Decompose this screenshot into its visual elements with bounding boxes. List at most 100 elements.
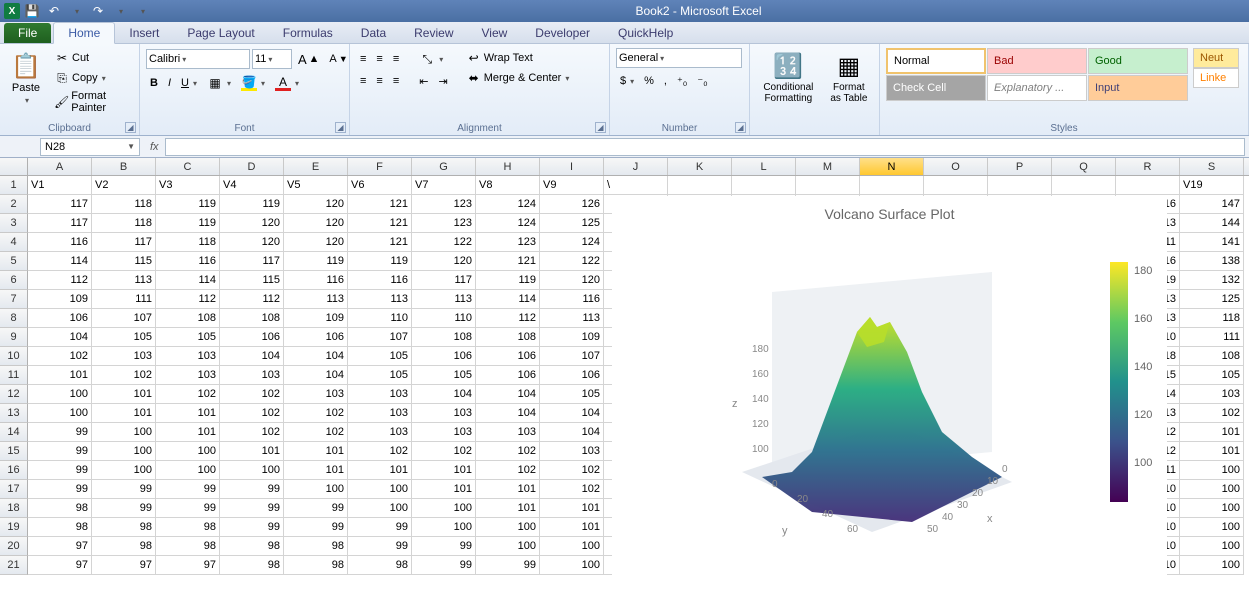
cell[interactable]: 132 [1180, 271, 1244, 290]
cell[interactable]: 119 [284, 252, 348, 271]
cell[interactable]: 101 [1180, 423, 1244, 442]
name-box[interactable]: N28 ▼ [40, 138, 140, 156]
cell[interactable]: 103 [156, 347, 220, 366]
cell[interactable]: 117 [28, 195, 92, 214]
cell[interactable]: 104 [284, 366, 348, 385]
cell[interactable]: 97 [28, 556, 92, 575]
style-good[interactable]: Good [1088, 48, 1188, 74]
cell[interactable]: 102 [476, 442, 540, 461]
tab-formulas[interactable]: Formulas [269, 23, 347, 43]
cell[interactable]: 109 [28, 290, 92, 309]
cell[interactable]: 113 [92, 271, 156, 290]
cell[interactable]: 100 [92, 442, 156, 461]
rowhead[interactable]: 16 [0, 461, 28, 480]
colhead-I[interactable]: I [540, 158, 604, 175]
cell[interactable]: 100 [1180, 556, 1244, 575]
align-top-button[interactable]: ≡ [356, 51, 370, 67]
cell[interactable]: 105 [540, 385, 604, 404]
style-check-cell[interactable]: Check Cell [886, 75, 986, 101]
tab-review[interactable]: Review [400, 23, 467, 43]
cell[interactable]: 101 [92, 385, 156, 404]
cut-button[interactable]: ✂Cut [50, 48, 133, 68]
currency-button[interactable]: $ [616, 73, 638, 89]
cell[interactable]: 99 [92, 499, 156, 518]
grow-font-button[interactable]: A▲ [294, 50, 323, 69]
cell[interactable]: 101 [156, 404, 220, 423]
cell[interactable]: 101 [156, 423, 220, 442]
colhead-P[interactable]: P [988, 158, 1052, 175]
cell[interactable] [732, 176, 796, 195]
cell[interactable]: 108 [1180, 347, 1244, 366]
cell[interactable]: 102 [220, 404, 284, 423]
cell[interactable]: 111 [92, 290, 156, 309]
cell[interactable]: 100 [1180, 499, 1244, 518]
cell[interactable]: 106 [284, 328, 348, 347]
colhead-N[interactable]: N [860, 158, 924, 175]
cell[interactable]: 101 [284, 461, 348, 480]
colhead-F[interactable]: F [348, 158, 412, 175]
cell[interactable]: 120 [220, 233, 284, 252]
rowhead[interactable]: 15 [0, 442, 28, 461]
cell[interactable]: 122 [412, 233, 476, 252]
style-linked[interactable]: Linke [1193, 68, 1239, 88]
cell[interactable]: 118 [92, 195, 156, 214]
style-input[interactable]: Input [1088, 75, 1188, 101]
merge-center-button[interactable]: ⬌Merge & Center [462, 68, 574, 88]
colhead-L[interactable]: L [732, 158, 796, 175]
cell[interactable]: 109 [284, 309, 348, 328]
fx-icon[interactable]: fx [150, 141, 159, 153]
cell[interactable]: V4 [220, 176, 284, 195]
cell[interactable]: 121 [348, 195, 412, 214]
cell[interactable]: 99 [284, 518, 348, 537]
cell[interactable]: 102 [1180, 404, 1244, 423]
bold-button[interactable]: B [146, 75, 162, 91]
rowhead[interactable]: 4 [0, 233, 28, 252]
cell[interactable]: 99 [156, 480, 220, 499]
italic-button[interactable]: I [164, 75, 175, 91]
cell[interactable]: 103 [540, 442, 604, 461]
paste-button[interactable]: 📋 Paste [6, 48, 46, 108]
cell[interactable]: 98 [28, 499, 92, 518]
cell[interactable]: 100 [476, 518, 540, 537]
cell[interactable]: 100 [28, 385, 92, 404]
cell[interactable]: 101 [412, 480, 476, 499]
cell[interactable]: 125 [1180, 290, 1244, 309]
cell[interactable]: 112 [156, 290, 220, 309]
cell[interactable]: 103 [412, 423, 476, 442]
cell[interactable]: 144 [1180, 214, 1244, 233]
cell[interactable]: 99 [156, 499, 220, 518]
cell[interactable]: 99 [220, 518, 284, 537]
cell[interactable]: 98 [92, 518, 156, 537]
cell[interactable]: 99 [28, 442, 92, 461]
conditional-formatting-button[interactable]: 🔢 Conditional Formatting [756, 48, 821, 106]
cell[interactable]: 99 [412, 556, 476, 575]
cell[interactable]: V19 [1180, 176, 1244, 195]
cell[interactable] [796, 176, 860, 195]
cell[interactable]: V3 [156, 176, 220, 195]
percent-button[interactable]: % [640, 73, 658, 89]
cell[interactable]: 111 [1180, 328, 1244, 347]
style-bad[interactable]: Bad [987, 48, 1087, 74]
cell[interactable]: 100 [1180, 480, 1244, 499]
cell[interactable]: 102 [284, 423, 348, 442]
cell[interactable]: 100 [156, 442, 220, 461]
rowhead[interactable]: 3 [0, 214, 28, 233]
cell[interactable]: 101 [92, 404, 156, 423]
save-icon[interactable]: 💾 [22, 2, 42, 20]
styles-gallery[interactable]: Normal Bad Good Check Cell Explanatory .… [886, 48, 1188, 101]
cell[interactable]: 102 [348, 442, 412, 461]
cell[interactable]: 117 [220, 252, 284, 271]
cell[interactable]: 101 [540, 518, 604, 537]
cell[interactable]: 101 [412, 461, 476, 480]
rowhead[interactable]: 13 [0, 404, 28, 423]
cell[interactable]: 98 [28, 518, 92, 537]
cell[interactable]: 100 [412, 518, 476, 537]
cell[interactable]: 118 [1180, 309, 1244, 328]
cell[interactable]: 98 [156, 518, 220, 537]
cell[interactable]: 112 [28, 271, 92, 290]
cell[interactable]: 116 [156, 252, 220, 271]
cell[interactable]: 100 [220, 461, 284, 480]
redo-icon[interactable]: ↷ [88, 2, 108, 20]
cell[interactable]: 109 [540, 328, 604, 347]
cell[interactable]: 102 [476, 461, 540, 480]
